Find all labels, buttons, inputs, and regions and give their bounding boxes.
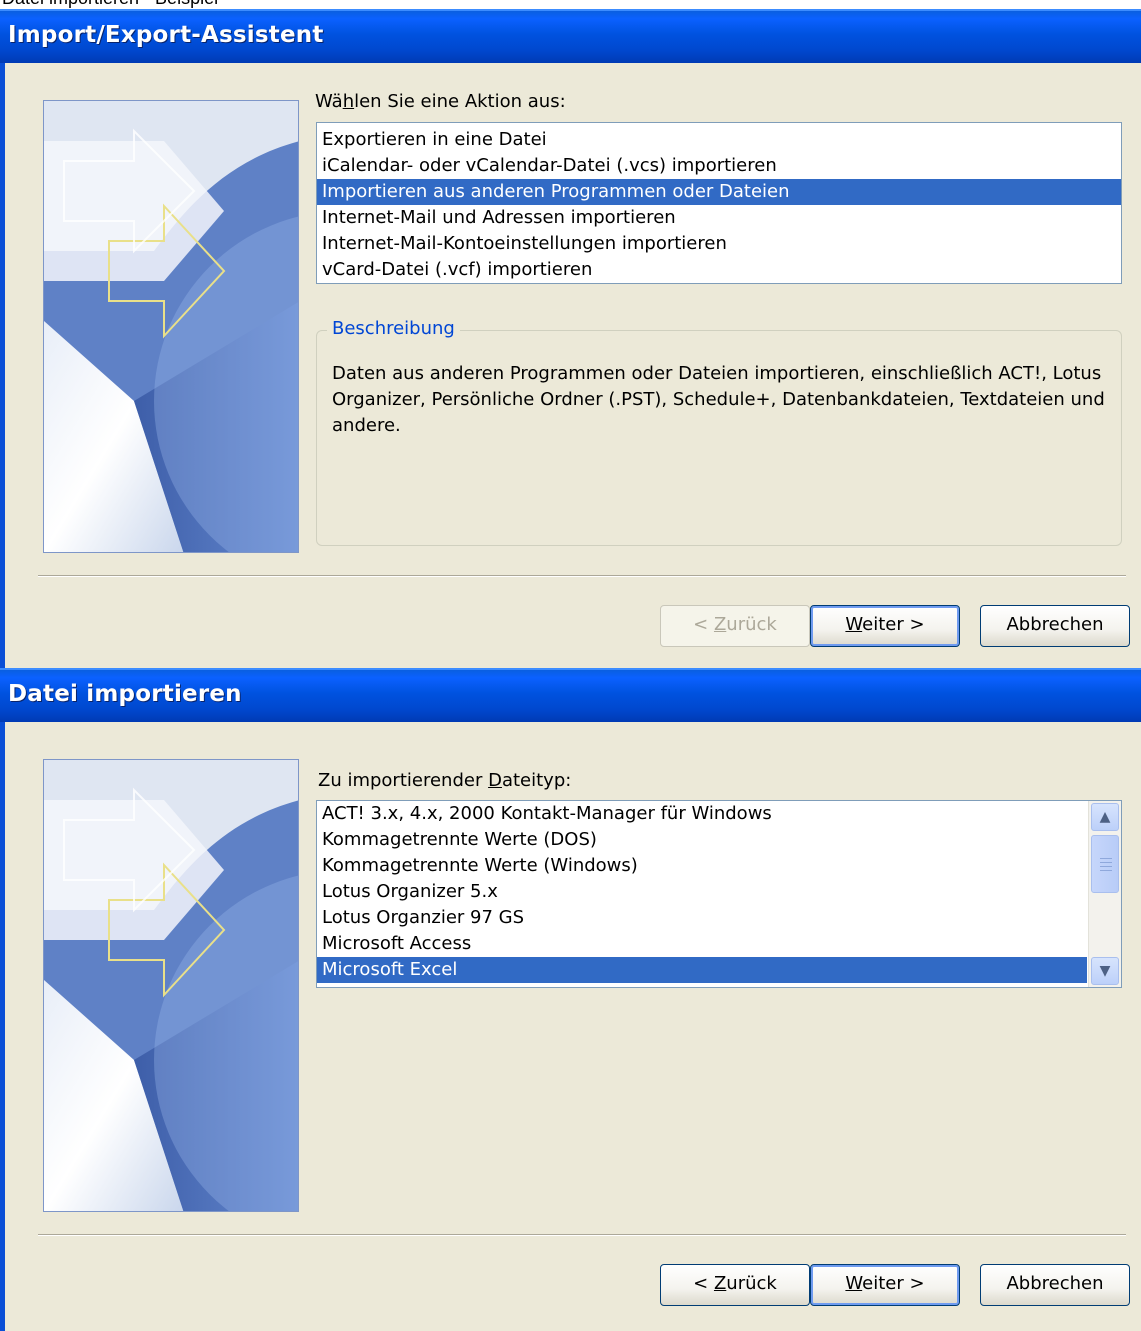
cancel-button[interactable]: Abbrechen <box>980 605 1130 647</box>
cutoff-text-strip: Datei importieren - Beispiel <box>0 0 1141 9</box>
window-title: Import/Export-Assistent <box>8 22 324 48</box>
list-item[interactable]: Kommagetrennte Werte (Windows) <box>317 853 1087 879</box>
description-text: Daten aus anderen Programmen oder Dateie… <box>332 363 1105 436</box>
description-legend: Beschreibung <box>327 318 460 339</box>
wizard-banner-image <box>43 100 299 553</box>
import-file-dialog: Datei importieren Zu importierender Date… <box>0 668 1141 1331</box>
next-button[interactable]: Weiter > <box>810 1264 960 1306</box>
list-item[interactable]: Lotus Organzier 97 GS <box>317 905 1087 931</box>
separator <box>38 575 1126 577</box>
window-title: Datei importieren <box>8 681 242 707</box>
separator <box>38 1234 1126 1236</box>
file-type-label: Zu importierender Dateityp: <box>318 770 572 791</box>
list-item-selected[interactable]: Importieren aus anderen Programmen oder … <box>317 179 1121 205</box>
wizard-banner-image <box>43 759 299 1212</box>
back-button[interactable]: < Zurück <box>660 1264 810 1306</box>
list-item[interactable]: Internet-Mail-Kontoeinstellungen importi… <box>317 231 1121 257</box>
list-item[interactable]: Microsoft Access <box>317 931 1087 957</box>
import-export-wizard-dialog: Import/Export-Assistent Wählen Sie eine … <box>0 9 1141 668</box>
file-type-listbox[interactable]: ACT! 3.x, 4.x, 2000 Kontakt-Manager für … <box>316 800 1122 988</box>
scroll-up-icon[interactable]: ▲ <box>1091 803 1119 831</box>
scroll-down-icon[interactable]: ▼ <box>1091 957 1119 985</box>
list-item-selected[interactable]: Microsoft Excel <box>317 957 1087 983</box>
description-groupbox: Beschreibung Daten aus anderen Programme… <box>316 318 1122 546</box>
title-bar[interactable]: Import/Export-Assistent <box>0 9 1141 63</box>
cutoff-text: Datei importieren - Beispiel <box>2 0 218 9</box>
list-item[interactable]: vCard-Datei (.vcf) importieren <box>317 257 1121 283</box>
dialog-body: Wählen Sie eine Aktion aus: Exportieren … <box>0 63 1141 668</box>
back-button[interactable]: < Zurück <box>660 605 810 647</box>
action-listbox[interactable]: Exportieren in eine Datei iCalendar- ode… <box>316 122 1122 284</box>
choose-action-label: Wählen Sie eine Aktion aus: <box>315 91 566 112</box>
list-item[interactable]: Exportieren in eine Datei <box>317 127 1121 153</box>
title-bar[interactable]: Datei importieren <box>0 668 1141 722</box>
list-item[interactable]: Internet-Mail und Adressen importieren <box>317 205 1121 231</box>
list-item[interactable]: Kommagetrennte Werte (DOS) <box>317 827 1087 853</box>
vertical-scrollbar[interactable]: ▲ ▼ <box>1088 801 1121 987</box>
list-item[interactable]: iCalendar- oder vCalendar-Datei (.vcs) i… <box>317 153 1121 179</box>
dialog-body: Zu importierender Dateityp: ACT! 3.x, 4.… <box>0 722 1141 1331</box>
list-item[interactable]: ACT! 3.x, 4.x, 2000 Kontakt-Manager für … <box>317 801 1087 827</box>
cancel-button[interactable]: Abbrechen <box>980 1264 1130 1306</box>
scroll-thumb[interactable] <box>1091 835 1119 893</box>
next-button[interactable]: Weiter > <box>810 605 960 647</box>
page: Datei importieren - Beispiel Import/Expo… <box>0 0 1141 1331</box>
list-item[interactable]: Lotus Organizer 5.x <box>317 879 1087 905</box>
